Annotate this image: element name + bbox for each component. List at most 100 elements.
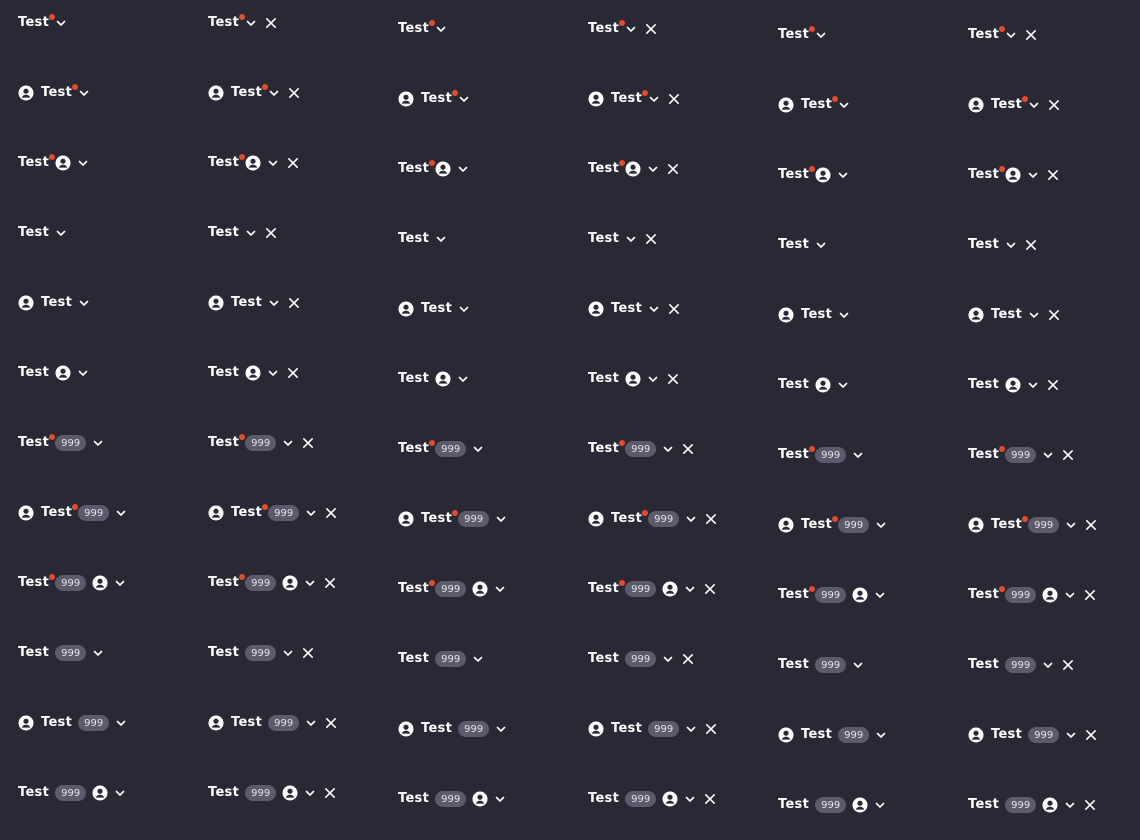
close-icon[interactable] [667,163,679,175]
chevron-down-icon[interactable] [55,17,67,29]
close-icon[interactable] [1062,449,1074,461]
test-chip[interactable]: Test 999 [778,443,864,467]
close-icon[interactable] [1062,659,1074,671]
chevron-down-icon[interactable] [457,373,469,385]
test-chip[interactable]: Test 999 [208,571,336,595]
close-icon[interactable] [705,723,717,735]
chevron-down-icon[interactable] [268,297,280,309]
test-chip[interactable]: Test 999 [208,641,314,665]
chevron-down-icon[interactable] [115,507,127,519]
test-chip[interactable]: Test 999 [398,787,506,811]
chevron-down-icon[interactable] [662,653,674,665]
chevron-down-icon[interactable] [1065,729,1077,741]
close-icon[interactable] [645,23,657,35]
test-chip[interactable]: Test [18,11,67,35]
chevron-down-icon[interactable] [648,93,660,105]
close-icon[interactable] [645,233,657,245]
close-icon[interactable] [325,717,337,729]
close-icon[interactable] [668,303,680,315]
chevron-down-icon[interactable] [267,367,279,379]
test-chip[interactable]: Test 999 [18,501,127,525]
chevron-down-icon[interactable] [435,233,447,245]
test-chip[interactable]: Test [208,151,299,175]
test-chip[interactable]: Test 999 [18,781,126,805]
close-icon[interactable] [1048,99,1060,111]
chevron-down-icon[interactable] [647,163,659,175]
chevron-down-icon[interactable] [494,583,506,595]
test-chip[interactable]: Test [208,221,277,245]
test-chip[interactable]: Test 999 [968,653,1074,677]
chevron-down-icon[interactable] [472,653,484,665]
close-icon[interactable] [682,653,694,665]
chevron-down-icon[interactable] [114,577,126,589]
chevron-down-icon[interactable] [78,297,90,309]
chevron-down-icon[interactable] [494,793,506,805]
chevron-down-icon[interactable] [1065,519,1077,531]
close-icon[interactable] [1047,169,1059,181]
test-chip[interactable]: Test 999 [18,641,104,665]
chevron-down-icon[interactable] [647,373,659,385]
chevron-down-icon[interactable] [852,449,864,461]
chevron-down-icon[interactable] [625,233,637,245]
test-chip[interactable]: Test 999 [18,571,126,595]
chevron-down-icon[interactable] [92,647,104,659]
chevron-down-icon[interactable] [245,17,257,29]
test-chip[interactable]: Test [588,297,680,321]
test-chip[interactable]: Test [588,157,679,181]
chevron-down-icon[interactable] [874,589,886,601]
chevron-down-icon[interactable] [77,367,89,379]
chevron-down-icon[interactable] [268,87,280,99]
chevron-down-icon[interactable] [852,659,864,671]
chevron-down-icon[interactable] [55,227,67,239]
chevron-down-icon[interactable] [684,583,696,595]
test-chip[interactable]: Test 999 [18,431,104,455]
close-icon[interactable] [302,647,314,659]
close-icon[interactable] [302,437,314,449]
chevron-down-icon[interactable] [267,157,279,169]
close-icon[interactable] [682,443,694,455]
close-icon[interactable] [668,93,680,105]
test-chip[interactable]: Test [398,367,469,391]
test-chip[interactable]: Test [778,233,827,257]
chevron-down-icon[interactable] [1005,239,1017,251]
test-chip[interactable]: Test [398,297,470,321]
chevron-down-icon[interactable] [838,309,850,321]
test-chip[interactable]: Test [588,227,657,251]
test-chip[interactable]: Test [778,163,849,187]
chevron-down-icon[interactable] [874,799,886,811]
close-icon[interactable] [1085,519,1097,531]
test-chip[interactable]: Test [968,303,1060,327]
test-chip[interactable]: Test [778,93,850,117]
chevron-down-icon[interactable] [282,437,294,449]
test-chip[interactable]: Test 999 [208,501,337,525]
test-chip[interactable]: Test [398,227,447,251]
test-chip[interactable]: Test 999 [208,781,336,805]
chevron-down-icon[interactable] [305,717,317,729]
test-chip[interactable]: Test 999 [398,577,506,601]
test-chip[interactable]: Test [18,221,67,245]
test-chip[interactable]: Test [398,87,470,111]
test-chip[interactable]: Test 999 [588,787,716,811]
close-icon[interactable] [1084,799,1096,811]
close-icon[interactable] [324,787,336,799]
chevron-down-icon[interactable] [685,513,697,525]
test-chip[interactable]: Test 999 [398,647,484,671]
chevron-down-icon[interactable] [245,227,257,239]
test-chip[interactable]: Test 999 [398,507,507,531]
test-chip[interactable]: Test 999 [778,513,887,537]
test-chip[interactable]: Test 999 [398,717,507,741]
chevron-down-icon[interactable] [815,29,827,41]
chevron-down-icon[interactable] [305,507,317,519]
chevron-down-icon[interactable] [815,239,827,251]
close-icon[interactable] [265,227,277,239]
chevron-down-icon[interactable] [1028,309,1040,321]
test-chip[interactable]: Test 999 [778,583,886,607]
chevron-down-icon[interactable] [458,303,470,315]
test-chip[interactable]: Test [398,157,469,181]
test-chip[interactable]: Test [778,303,850,327]
chevron-down-icon[interactable] [1064,799,1076,811]
chevron-down-icon[interactable] [115,717,127,729]
test-chip[interactable]: Test [18,81,90,105]
chevron-down-icon[interactable] [684,793,696,805]
close-icon[interactable] [1025,239,1037,251]
